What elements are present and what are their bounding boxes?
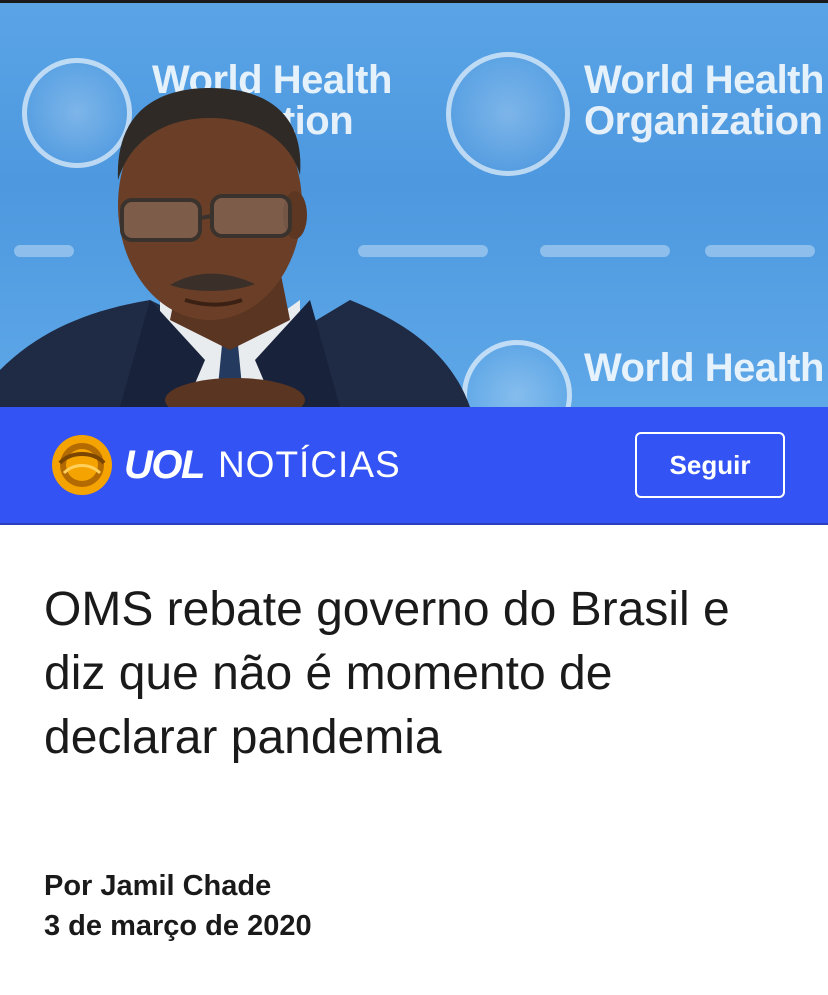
bar-divider [0,523,828,525]
follow-button[interactable]: Seguir [635,432,785,498]
author-name[interactable]: Por Jamil Chade [44,866,312,906]
who-emblem [462,340,572,407]
backdrop-logo-strip [705,245,815,257]
uol-logo-icon [52,435,112,495]
publisher-bar: UOL NOTÍCIAS Seguir [0,407,828,525]
speaker-photo [0,88,470,407]
backdrop-text: World Health [584,346,824,390]
publish-date: 3 de março de 2020 [44,910,312,942]
section-name: NOTÍCIAS [217,444,401,485]
publisher-logo[interactable]: UOL NOTÍCIAS [50,432,401,498]
uol-wordmark: UOL [124,442,205,487]
backdrop-logo-strip [540,245,670,257]
backdrop-text: World Health Organization [584,58,824,143]
article-headline[interactable]: OMS rebate governo do Brasil e diz que n… [44,578,784,770]
article-byline: Por Jamil Chade 3 de março de 2020 [44,866,312,946]
article-hero-image: World Health ization World Health Organi… [0,0,828,407]
